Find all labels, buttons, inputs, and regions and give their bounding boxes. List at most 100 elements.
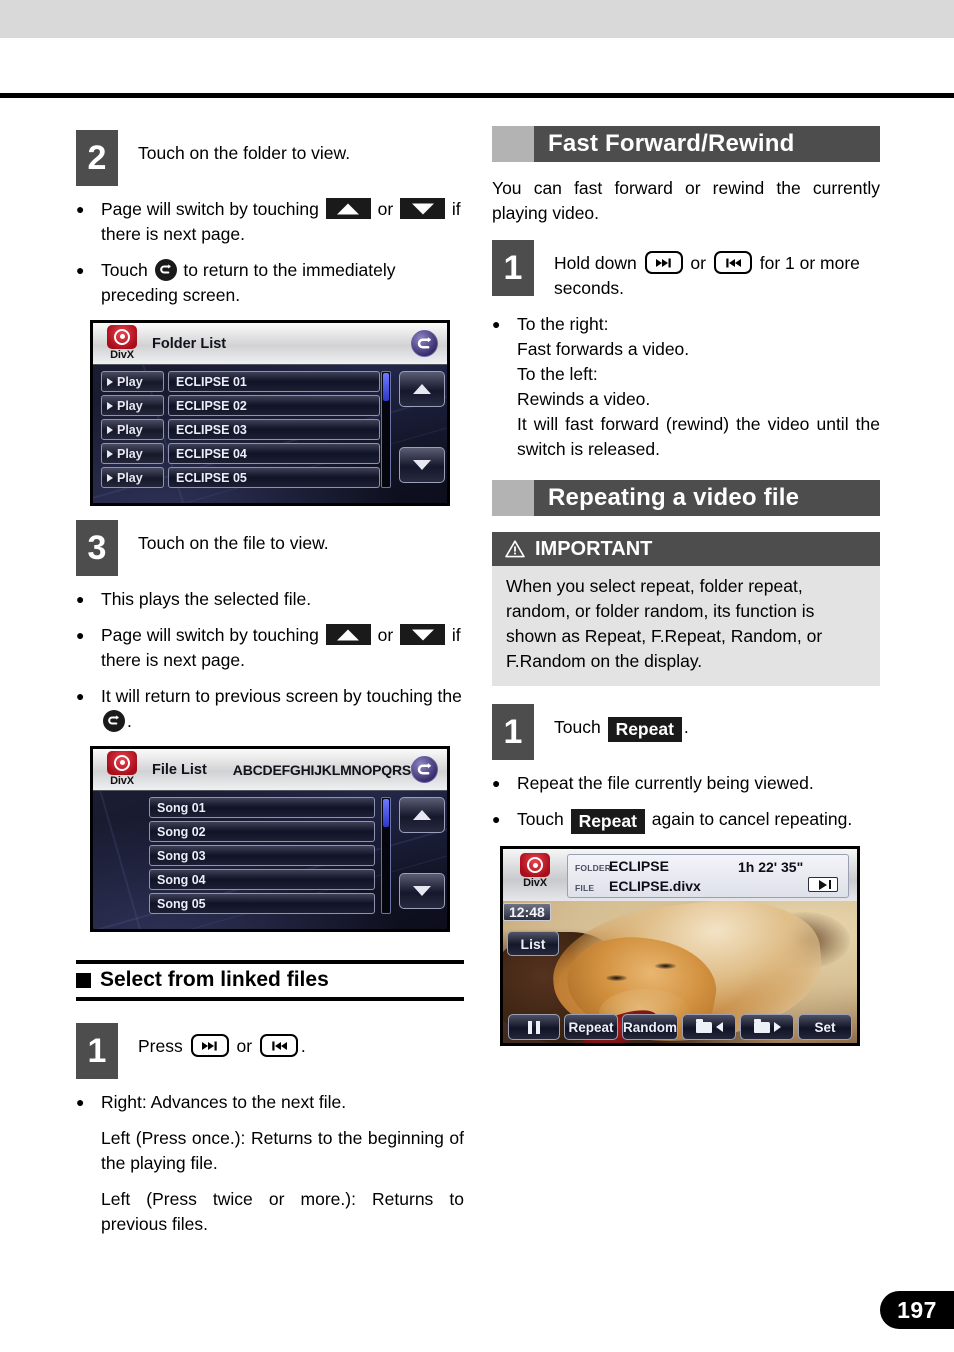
section-header-title: Repeating a video file bbox=[534, 480, 880, 516]
bullet-text-pre: Page will switch by touching bbox=[101, 625, 324, 645]
return-icon bbox=[103, 710, 125, 732]
chevron-right-icon bbox=[773, 1022, 781, 1032]
table-row[interactable]: Play ECLIPSE 01 bbox=[101, 371, 380, 392]
divx-logo-label: DivX bbox=[523, 877, 547, 889]
pause-icon bbox=[536, 1020, 540, 1034]
list-item[interactable]: Song 05 bbox=[149, 893, 375, 914]
repeat-key-label[interactable]: Repeat bbox=[570, 809, 645, 834]
step-text-mid: or bbox=[685, 253, 711, 273]
scroll-down-button[interactable] bbox=[399, 873, 445, 909]
play-button[interactable]: Play bbox=[101, 419, 164, 440]
back-button-icon[interactable] bbox=[411, 756, 438, 783]
playback-state-icon bbox=[808, 877, 838, 892]
scroll-up-button[interactable] bbox=[399, 797, 445, 833]
text-until-switch-released: It will fast forward (rewind) the video … bbox=[517, 414, 880, 459]
step-number: 1 bbox=[492, 240, 534, 296]
playback-info-panel: FOLDER ECLIPSE FILE ECLIPSE.divx 1h 22' … bbox=[567, 854, 849, 898]
file-name-button[interactable]: Song 01 bbox=[149, 797, 375, 818]
bullet-text-mid: or bbox=[372, 625, 399, 645]
scroll-down-button[interactable] bbox=[399, 447, 445, 483]
list-button[interactable]: List bbox=[507, 931, 559, 956]
bullet-text-pre: It will return to previous screen by tou… bbox=[101, 686, 462, 706]
step-text: Touch on the folder to view. bbox=[138, 143, 351, 163]
step-number: 1 bbox=[492, 704, 534, 760]
bullet-text-post: again to cancel repeating. bbox=[646, 809, 853, 829]
bullet-page-switch-file: Page will switch by touching or if there… bbox=[76, 623, 464, 673]
folder-name-button[interactable]: ECLIPSE 05 bbox=[168, 467, 380, 488]
important-box-heading: IMPORTANT bbox=[535, 537, 653, 560]
important-box-body: When you select repeat, folder repeat, r… bbox=[492, 566, 880, 686]
divx-logo-icon: DivX bbox=[509, 852, 561, 892]
list-item[interactable]: Song 04 bbox=[149, 869, 375, 890]
bullet-repeat-current-file: Repeat the file currently being viewed. bbox=[492, 771, 880, 796]
repeat-key-label[interactable]: Repeat bbox=[607, 717, 682, 742]
list-item[interactable]: Song 02 bbox=[149, 821, 375, 842]
folder-name-button[interactable]: ECLIPSE 02 bbox=[168, 395, 380, 416]
table-row[interactable]: Play ECLIPSE 03 bbox=[101, 419, 380, 440]
table-row[interactable]: Play ECLIPSE 02 bbox=[101, 395, 380, 416]
folder-name-button[interactable]: ECLIPSE 04 bbox=[168, 443, 380, 464]
step-number: 3 bbox=[76, 520, 118, 576]
bullet-text-pre: Touch bbox=[101, 260, 153, 280]
text-fast-forwards-video: Fast forwards a video. bbox=[517, 339, 690, 359]
repeat-button[interactable]: Repeat bbox=[564, 1014, 618, 1040]
pause-icon bbox=[528, 1020, 532, 1034]
set-button[interactable]: Set bbox=[798, 1014, 852, 1040]
folder-name-button[interactable]: ECLIPSE 03 bbox=[168, 419, 380, 440]
subsection-title: Select from linked files bbox=[76, 964, 464, 997]
section-header-fast-forward-rewind: Fast Forward/Rewind bbox=[492, 126, 880, 162]
section-intro-value: You can fast forward or rewind the curre… bbox=[492, 178, 880, 223]
pause-button[interactable] bbox=[508, 1014, 560, 1040]
next-track-key-icon bbox=[190, 1034, 229, 1057]
play-label: Play bbox=[117, 470, 143, 485]
step-number: 1 bbox=[76, 1023, 118, 1079]
left-column: 2 Touch on the folder to view. Page will… bbox=[76, 126, 464, 1248]
list-item[interactable]: Song 03 bbox=[149, 845, 375, 866]
file-name-button[interactable]: Song 04 bbox=[149, 869, 375, 890]
play-button[interactable]: Play bbox=[101, 371, 164, 392]
table-row[interactable]: Play ECLIPSE 05 bbox=[101, 467, 380, 488]
random-button[interactable]: Random bbox=[622, 1014, 678, 1040]
subsection-select-from-linked-files: Select from linked files bbox=[76, 960, 464, 1001]
folder-name-button[interactable]: ECLIPSE 01 bbox=[168, 371, 380, 392]
bullet-text-pre: Touch bbox=[517, 809, 569, 829]
folder-list-header: DivX Folder List bbox=[93, 323, 447, 365]
play-triangle-icon bbox=[107, 401, 113, 410]
folder-next-button[interactable] bbox=[740, 1014, 794, 1040]
text-left-press-twice: Left (Press twice or more.): Returns to … bbox=[101, 1189, 464, 1234]
page-down-arrow-icon bbox=[400, 198, 446, 219]
file-name-button[interactable]: Song 05 bbox=[149, 893, 375, 914]
return-icon bbox=[154, 259, 177, 281]
bullet-touch-return-folder: Touch to return to the immediately prece… bbox=[76, 258, 464, 308]
play-triangle-icon bbox=[107, 449, 113, 458]
playback-video-area: 12:48 List Repeat Random Set bbox=[503, 901, 857, 1043]
folder-previous-button[interactable] bbox=[682, 1014, 736, 1040]
previous-track-key-icon bbox=[259, 1034, 298, 1057]
playback-file-value: ECLIPSE.divx bbox=[609, 878, 701, 894]
scrollbar[interactable] bbox=[381, 797, 391, 914]
step-number: 2 bbox=[76, 130, 118, 186]
play-button[interactable]: Play bbox=[101, 467, 164, 488]
playback-duration: 1h 22' 35" bbox=[738, 859, 804, 875]
play-label: Play bbox=[117, 398, 143, 413]
section-header-tab bbox=[492, 480, 534, 516]
playback-folder-row: FOLDER ECLIPSE bbox=[575, 858, 848, 878]
page-down-arrow-icon bbox=[400, 624, 446, 645]
file-name-button[interactable]: Song 02 bbox=[149, 821, 375, 842]
bullet-plays-selected-file: This plays the selected file. bbox=[76, 587, 464, 612]
play-button[interactable]: Play bbox=[101, 395, 164, 416]
bullet-page-switch-folder: Page will switch by touching or if there… bbox=[76, 197, 464, 247]
page-up-arrow-icon bbox=[325, 198, 371, 219]
table-row[interactable]: Play ECLIPSE 04 bbox=[101, 443, 380, 464]
right-column: Fast Forward/Rewind You can fast forward… bbox=[492, 126, 880, 1058]
warning-triangle-icon bbox=[504, 539, 526, 559]
play-button[interactable]: Play bbox=[101, 443, 164, 464]
list-item[interactable]: Song 01 bbox=[149, 797, 375, 818]
step-1-fast-forward: 1 Hold down or for 1 or more seconds. bbox=[492, 240, 880, 301]
step-1-repeat: 1 Touch Repeat. bbox=[492, 704, 880, 760]
back-button-icon[interactable] bbox=[411, 330, 438, 357]
file-name-button[interactable]: Song 03 bbox=[149, 845, 375, 866]
scrollbar[interactable] bbox=[381, 371, 391, 488]
divx-logo-icon: DivX bbox=[96, 750, 148, 790]
scroll-up-button[interactable] bbox=[399, 371, 445, 407]
